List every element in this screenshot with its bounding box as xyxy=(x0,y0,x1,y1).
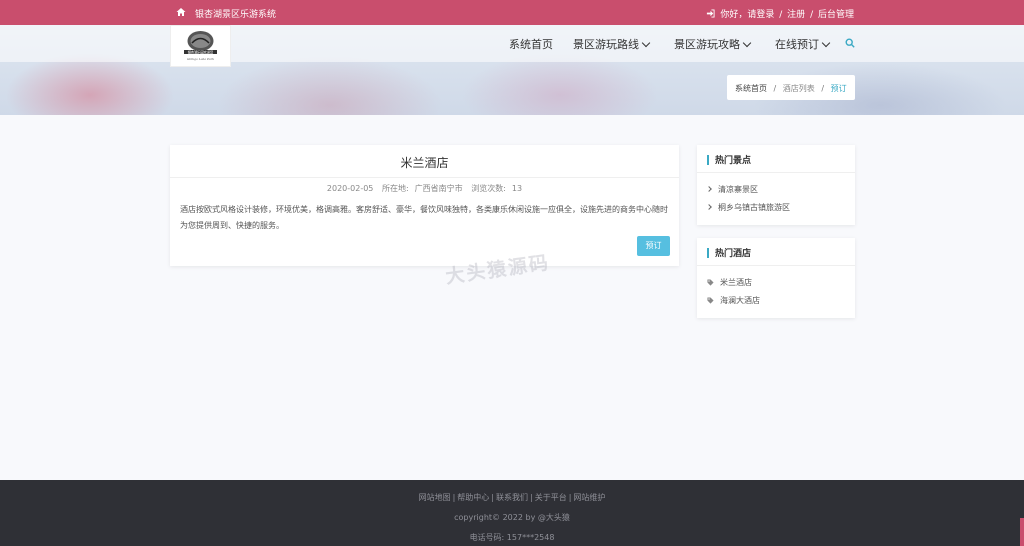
chevron-down-icon xyxy=(742,38,752,48)
site-title: 银杏湖景区乐游系统 xyxy=(195,10,277,20)
footer-link-about[interactable]: 关于平台 xyxy=(535,493,567,502)
separator: | xyxy=(530,493,533,502)
footer-link-maintenance[interactable]: 网站维护 xyxy=(573,493,605,502)
hotel-item[interactable]: 米兰酒店 xyxy=(707,277,752,288)
nav-label: 系统首页 xyxy=(509,38,553,51)
phone-number: 电话号码: 157***2548 xyxy=(469,533,555,542)
panel-title: 热门酒店 xyxy=(707,246,751,259)
logo[interactable]: 银杏湖乐园欢迎您 Ginkgo Lake Park xyxy=(170,25,231,67)
login-link[interactable]: 你好，请登录 xyxy=(720,10,774,20)
tag-icon xyxy=(707,297,714,304)
breadcrumb-home[interactable]: 系统首页 xyxy=(735,84,767,93)
sign-in-icon xyxy=(707,9,716,18)
breadcrumb-current: 预订 xyxy=(830,84,847,93)
hotel-detail-card: 米兰酒店 2020-02-05 所在地: 广西省南宁市 浏览次数: 13 酒店按欧式… xyxy=(170,145,679,266)
copyright: copyright© 2022 by @大头猿 xyxy=(454,513,570,522)
register-link[interactable]: 注册 xyxy=(787,10,805,20)
chevron-right-icon xyxy=(706,186,712,192)
hot-hotels-panel: 热门酒店 米兰酒店 海澜大酒店 xyxy=(697,238,855,318)
top-bar: 银杏湖景区乐游系统 你好，请登录 / 注册 / 后台管理 xyxy=(0,0,1024,25)
attraction-label: 清凉寨景区 xyxy=(718,185,758,194)
hotel-meta: 2020-02-05 所在地: 广西省南宁市 浏览次数: 13 xyxy=(170,183,679,194)
scrollbar-thumb[interactable] xyxy=(1020,518,1024,546)
breadcrumb-list[interactable]: 酒店列表 xyxy=(783,84,815,93)
footer-link-help[interactable]: 帮助中心 xyxy=(457,493,489,502)
footer-link-sitemap[interactable]: 网站地图 xyxy=(419,493,451,502)
separator: / xyxy=(810,10,814,20)
chevron-down-icon xyxy=(821,38,831,48)
logo-emblem-icon: 银杏湖乐园欢迎您 Ginkgo Lake Park xyxy=(184,31,217,61)
hotel-item[interactable]: 海澜大酒店 xyxy=(707,295,760,306)
hotel-date: 2020-02-05 xyxy=(326,184,374,193)
breadcrumb: 系统首页 / 酒店列表 / 预订 xyxy=(727,75,855,100)
footer-link-contact[interactable]: 联系我们 xyxy=(496,493,528,502)
footer: 网站地图 | 帮助中心 | 联系我们 | 关于平台 | 网站维护 copyright© 2022… xyxy=(0,480,1024,546)
attraction-item[interactable]: 桐乡乌镇古镇旅游区 xyxy=(706,202,790,213)
nav-item-home[interactable]: 系统首页 xyxy=(509,36,553,52)
hotel-name: 米兰酒店 xyxy=(400,156,449,170)
home-icon[interactable] xyxy=(176,7,186,17)
book-button[interactable]: 预订 xyxy=(637,236,670,256)
separator: | xyxy=(491,493,494,502)
divider xyxy=(697,265,855,266)
hotel-location: 广西省南宁市 xyxy=(414,184,463,193)
user-links: 你好，请登录 / 注册 / 后台管理 xyxy=(706,7,854,20)
tag-icon xyxy=(707,279,714,286)
hotel-label: 海澜大酒店 xyxy=(720,296,760,305)
footer-links: 网站地图 | 帮助中心 | 联系我们 | 关于平台 | 网站维护 xyxy=(0,492,1024,503)
hotel-description: 酒店按欧式风格设计装修，环境优美，格调高雅。客房舒适、豪华，餐饮风味独特，各类康… xyxy=(180,205,668,230)
chevron-down-icon xyxy=(641,38,651,48)
chevron-right-icon xyxy=(706,204,712,210)
logo-text: 银杏湖乐园欢迎您 xyxy=(188,49,214,54)
admin-link[interactable]: 后台管理 xyxy=(818,10,854,20)
breadcrumb-separator: / xyxy=(821,84,825,93)
hotel-label: 米兰酒店 xyxy=(720,278,752,287)
hot-attractions-panel: 热门景点 清凉寨景区 桐乡乌镇古镇旅游区 xyxy=(697,145,855,225)
nav-label: 景区游玩攻略 xyxy=(674,38,740,51)
nav-item-routes[interactable]: 景区游玩路线 xyxy=(573,36,651,52)
breadcrumb-separator: / xyxy=(773,84,777,93)
views-label: 浏览次数: xyxy=(471,184,506,193)
attraction-item[interactable]: 清凉寨景区 xyxy=(706,184,758,195)
nav-label: 景区游玩路线 xyxy=(573,38,639,51)
divider xyxy=(170,177,679,178)
divider xyxy=(697,172,855,173)
hotel-views: 13 xyxy=(511,184,523,193)
location-label: 所在地: xyxy=(381,184,409,193)
separator: / xyxy=(779,10,783,20)
panel-title: 热门景点 xyxy=(707,153,751,166)
attraction-label: 桐乡乌镇古镇旅游区 xyxy=(718,203,790,212)
separator: | xyxy=(568,493,572,502)
nav-label: 在线预订 xyxy=(775,38,819,51)
separator: | xyxy=(452,493,456,502)
nav-item-booking[interactable]: 在线预订 xyxy=(775,36,831,52)
logo-subtext: Ginkgo Lake Park xyxy=(187,57,214,61)
nav-item-guides[interactable]: 景区游玩攻略 xyxy=(674,36,752,52)
search-icon[interactable] xyxy=(845,38,855,48)
